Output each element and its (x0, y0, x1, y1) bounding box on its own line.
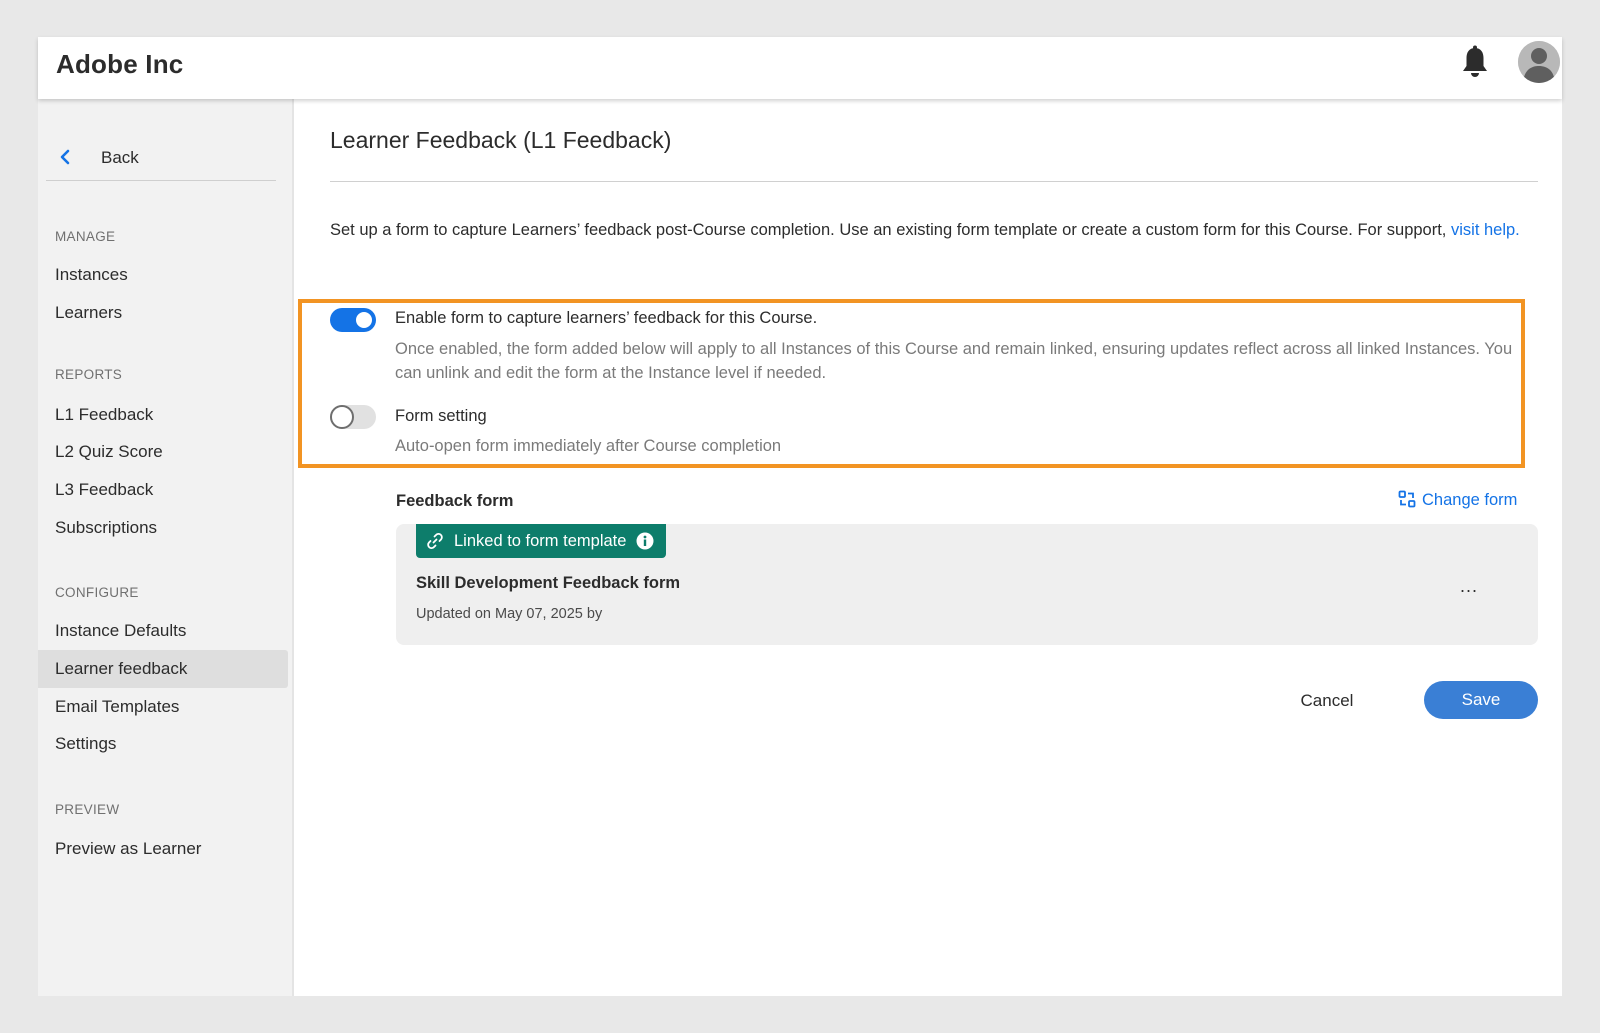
form-setting-toggle[interactable] (330, 405, 376, 429)
link-icon (427, 533, 443, 549)
section-label-manage: MANAGE (55, 229, 116, 244)
save-button[interactable]: Save (1424, 681, 1538, 719)
section-label-preview: PREVIEW (55, 802, 120, 817)
feedback-form-heading: Feedback form (396, 492, 514, 510)
chevron-left-icon (60, 149, 70, 165)
page-title: Learner Feedback (L1 Feedback) (330, 127, 672, 153)
sidebar-item-l3-feedback[interactable]: L3 Feedback (38, 471, 288, 509)
sidebar-item-instances[interactable]: Instances (38, 256, 288, 294)
sidebar: Back MANAGE Instances Learners REPORTS L… (38, 99, 294, 996)
enable-feedback-label: Enable form to capture learners’ feedbac… (395, 309, 818, 327)
change-form-button[interactable]: Change form (1398, 490, 1517, 510)
sidebar-item-l2-quiz-score[interactable]: L2 Quiz Score (38, 433, 288, 471)
sidebar-item-l1-feedback[interactable]: L1 Feedback (38, 396, 288, 434)
sidebar-item-instance-defaults[interactable]: Instance Defaults (38, 612, 288, 650)
sidebar-item-subscriptions[interactable]: Subscriptions (38, 509, 288, 547)
change-form-label: Change form (1422, 491, 1518, 509)
bell-icon[interactable] (1460, 45, 1490, 81)
back-button[interactable]: Back (46, 135, 276, 181)
swap-icon (1398, 490, 1416, 508)
visit-help-link[interactable]: visit help. (1451, 221, 1520, 239)
linked-template-badge: Linked to form template (416, 524, 667, 558)
linked-badge-label: Linked to form template (454, 532, 627, 550)
cancel-button[interactable]: Cancel (1282, 682, 1372, 720)
form-updated-text: Updated on May 07, 2025 by (416, 606, 603, 622)
section-label-reports: REPORTS (55, 367, 123, 382)
description-text: Set up a form to capture Learners’ feedb… (330, 221, 1451, 239)
section-label-configure: CONFIGURE (55, 585, 139, 600)
app-title: Adobe Inc (56, 49, 184, 79)
more-options-button[interactable]: ... (1460, 576, 1478, 597)
sidebar-item-settings[interactable]: Settings (38, 725, 288, 763)
enable-feedback-desc-line1: Once enabled, the form added below will … (395, 340, 1513, 358)
top-header: Adobe Inc (38, 37, 1562, 99)
form-setting-desc: Auto-open form immediately after Course … (395, 437, 782, 455)
enable-feedback-toggle[interactable] (330, 308, 376, 332)
sidebar-item-learner-feedback[interactable]: Learner feedback (38, 650, 288, 688)
form-name: Skill Development Feedback form (416, 574, 681, 592)
info-icon[interactable] (636, 532, 654, 550)
toggle-knob (330, 405, 354, 429)
title-divider (330, 181, 1538, 182)
toggle-knob (354, 310, 374, 330)
feedback-form-card: Linked to form template Skill Developmen… (396, 524, 1538, 645)
form-setting-label: Form setting (395, 407, 487, 425)
sidebar-item-email-templates[interactable]: Email Templates (38, 688, 288, 726)
back-label: Back (101, 148, 139, 167)
avatar[interactable] (1518, 41, 1560, 83)
sidebar-item-learners[interactable]: Learners (38, 294, 288, 332)
page-description: Set up a form to capture Learners’ feedb… (330, 221, 1520, 240)
sidebar-item-preview-as-learner[interactable]: Preview as Learner (38, 830, 288, 868)
enable-feedback-desc-line2: can unlink and edit the form at the Inst… (395, 364, 827, 382)
main-content: Learner Feedback (L1 Feedback) Set up a … (294, 99, 1562, 996)
app-window: Adobe Inc Back MANAGE Instances Learners… (38, 37, 1562, 996)
